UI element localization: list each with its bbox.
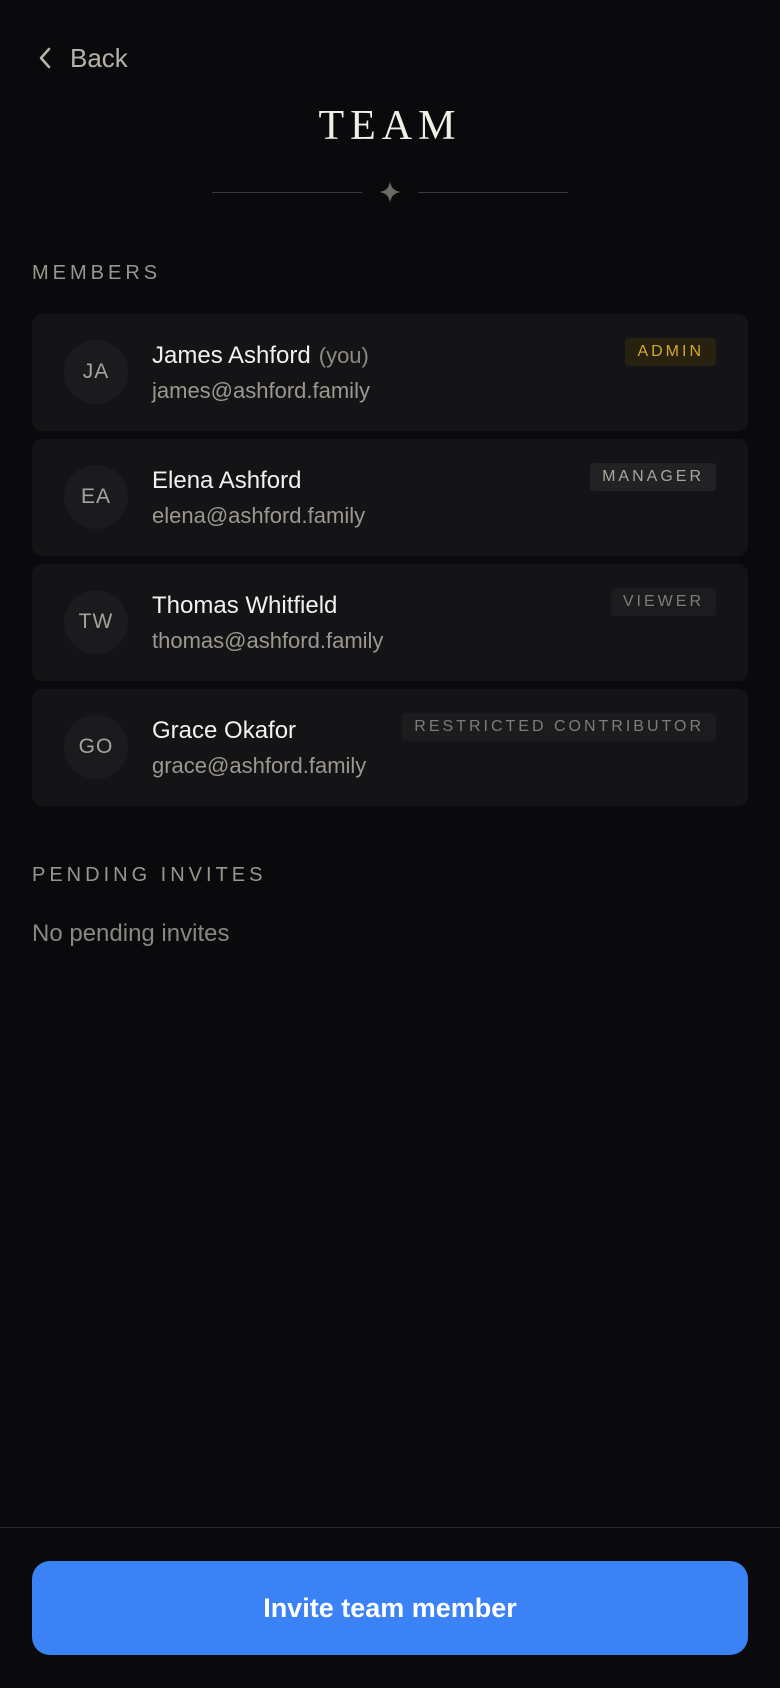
role-badge: MANAGER	[590, 463, 716, 491]
members-section-label: MEMBERS	[32, 262, 162, 284]
member-card[interactable]: TW Thomas Whitfield thomas@ashford.famil…	[32, 564, 748, 681]
team-screen: Back TEAM MEMBERS JA James Ashford (you) …	[0, 0, 780, 1688]
role-badge: VIEWER	[610, 588, 716, 616]
member-name-row: Thomas Whitfield	[152, 592, 337, 620]
member-card[interactable]: JA James Ashford (you) james@ashford.fami…	[32, 314, 748, 431]
back-label: Back	[70, 42, 128, 73]
invite-team-member-button[interactable]: Invite team member	[32, 1561, 748, 1655]
sparkle-icon	[376, 178, 404, 206]
member-name-row: James Ashford (you)	[152, 342, 369, 370]
member-email: james@ashford.family	[152, 378, 370, 403]
title-ornament	[0, 178, 780, 206]
avatar: TW	[64, 590, 128, 654]
member-email: grace@ashford.family	[152, 753, 367, 778]
avatar: EA	[64, 465, 128, 529]
member-name: Grace Okafor	[152, 717, 297, 744]
avatar: GO	[64, 715, 128, 779]
member-name-row: Grace Okafor	[152, 717, 296, 745]
pending-invites-section-label: PENDING INVITES	[32, 864, 267, 886]
chevron-left-icon	[32, 44, 60, 72]
member-card[interactable]: GO Grace Okafor grace@ashford.family RES…	[32, 689, 748, 806]
member-email: thomas@ashford.family	[152, 628, 384, 653]
ornament-line-right	[418, 191, 568, 193]
role-badge: RESTRICTED CONTRIBUTOR	[402, 713, 716, 741]
pending-invites-empty-state: No pending invites	[32, 920, 230, 947]
role-badge: ADMIN	[625, 338, 716, 366]
ornament-line-left	[212, 191, 362, 193]
you-indicator: (you)	[318, 343, 369, 368]
member-card[interactable]: EA Elena Ashford elena@ashford.family MA…	[32, 439, 748, 556]
member-name: Thomas Whitfield	[152, 592, 338, 619]
members-list: JA James Ashford (you) james@ashford.fami…	[32, 314, 748, 814]
page-title: TEAM	[318, 103, 462, 149]
back-button[interactable]: Back	[32, 38, 128, 78]
member-name: James Ashford	[152, 342, 311, 369]
footer-divider	[0, 1527, 780, 1528]
member-email: elena@ashford.family	[152, 503, 366, 528]
avatar: JA	[64, 340, 128, 404]
member-name-row: Elena Ashford	[152, 467, 301, 495]
member-name: Elena Ashford	[152, 467, 302, 494]
